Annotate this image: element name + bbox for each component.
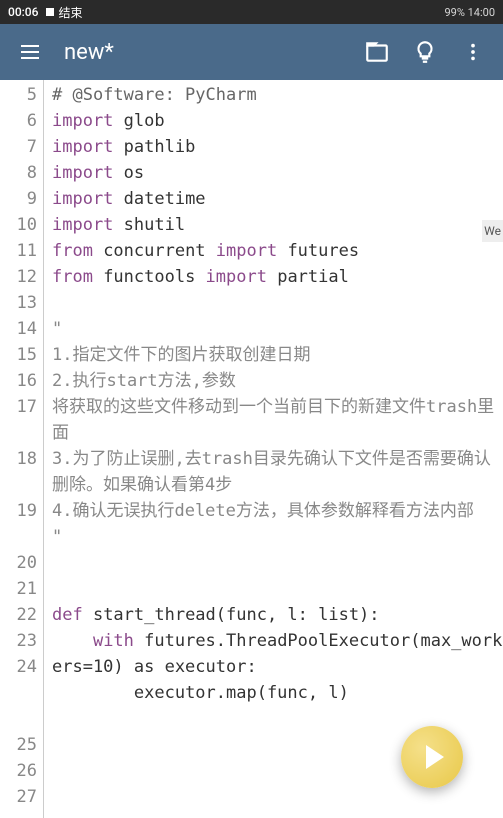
app-bar: new* (0, 24, 503, 80)
line-number: 6 (0, 108, 37, 134)
code-line[interactable]: def start_thread(func, l: list): (52, 602, 503, 628)
code-line[interactable]: 2.执行start方法,参数 (52, 368, 503, 394)
line-number: 18 (0, 446, 37, 498)
code-line[interactable]: " (52, 316, 503, 342)
line-number: 21 (0, 576, 37, 602)
line-number: 25 (0, 732, 37, 758)
line-number: 8 (0, 160, 37, 186)
line-number: 16 (0, 368, 37, 394)
line-number: 23 (0, 628, 37, 654)
more-icon[interactable] (459, 38, 487, 66)
lightbulb-icon[interactable] (411, 38, 439, 66)
code-line[interactable]: with futures.ThreadPoolExecutor(max_work… (52, 628, 503, 680)
code-content[interactable]: # @Software: PyCharmimport globimport pa… (44, 80, 503, 818)
code-line[interactable]: import os (52, 160, 503, 186)
line-number: 10 (0, 212, 37, 238)
line-number: 22 (0, 602, 37, 628)
line-number: 15 (0, 342, 37, 368)
stop-icon (46, 8, 54, 16)
line-number: 9 (0, 186, 37, 212)
file-title: new* (64, 40, 343, 65)
code-line[interactable]: import shutil (52, 212, 503, 238)
line-number: 17 (0, 394, 37, 446)
code-line[interactable]: import datetime (52, 186, 503, 212)
code-line[interactable]: from functools import partial (52, 264, 503, 290)
code-line[interactable]: 4.确认无误执行delete方法，具体参数解释看方法内部 (52, 498, 503, 524)
line-number: 13 (0, 290, 37, 316)
code-line[interactable]: # @Software: PyCharm (52, 82, 503, 108)
end-recording[interactable]: 结束 (46, 4, 82, 21)
status-indicators: 99% 14:00 (444, 6, 495, 19)
code-line[interactable]: " (52, 524, 503, 550)
code-editor[interactable]: 5678910111213141516171819202122232425262… (0, 80, 503, 818)
code-line[interactable]: from concurrent import futures (52, 238, 503, 264)
side-panel-hint: We (482, 220, 503, 242)
code-line[interactable] (52, 576, 503, 602)
code-line[interactable]: executor.map(func, l) (52, 680, 503, 706)
line-number: 19 (0, 498, 37, 550)
line-number: 5 (0, 82, 37, 108)
code-line[interactable]: 将获取的这些文件移动到一个当前目下的新建文件trash里面 (52, 394, 503, 446)
code-line[interactable]: import glob (52, 108, 503, 134)
code-line[interactable]: 1.指定文件下的图片获取创建日期 (52, 342, 503, 368)
play-button[interactable] (401, 726, 463, 788)
line-gutter: 5678910111213141516171819202122232425262… (0, 80, 44, 818)
line-number: 12 (0, 264, 37, 290)
menu-icon[interactable] (16, 38, 44, 66)
code-line[interactable]: import pathlib (52, 134, 503, 160)
line-number: 24 (0, 654, 37, 732)
end-label: 结束 (58, 4, 82, 21)
line-number: 27 (0, 784, 37, 810)
play-icon (426, 745, 444, 769)
folder-icon[interactable] (363, 38, 391, 66)
status-time: 00:06 (8, 5, 38, 19)
line-number: 26 (0, 758, 37, 784)
code-line[interactable]: 3.为了防止误删,去trash目录先确认下文件是否需要确认删除。如果确认看第4步 (52, 446, 503, 498)
line-number: 11 (0, 238, 37, 264)
code-line[interactable] (52, 550, 503, 576)
line-number: 7 (0, 134, 37, 160)
line-number: 14 (0, 316, 37, 342)
status-bar: 00:06 结束 99% 14:00 (0, 0, 503, 24)
code-line[interactable] (52, 290, 503, 316)
line-number: 20 (0, 550, 37, 576)
